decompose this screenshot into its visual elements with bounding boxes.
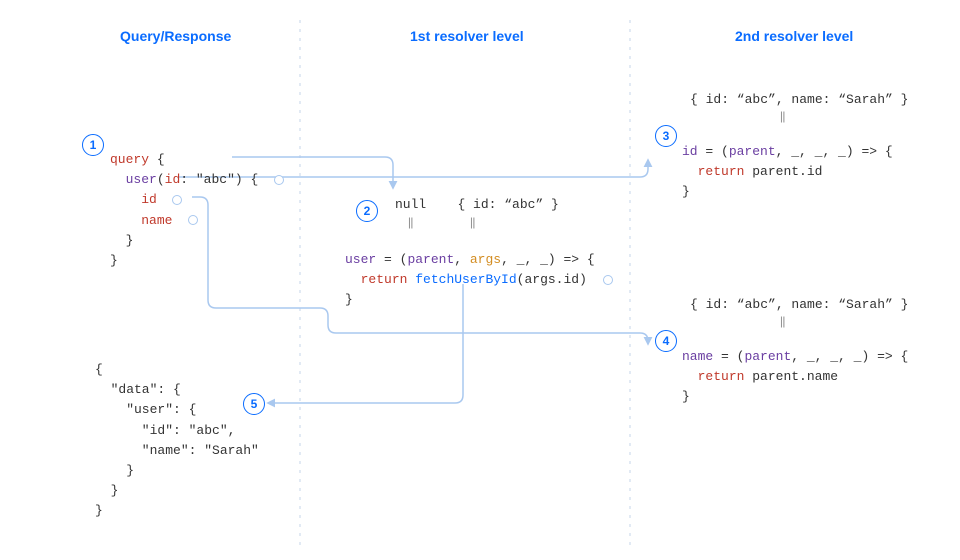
resolver1-top: null { id: “abc” } xyxy=(395,195,559,215)
arg-id: id xyxy=(165,172,181,187)
resolver2b-top: { id: “abc”, name: “Sarah” } xyxy=(690,295,908,315)
fn-user: user xyxy=(126,172,157,187)
parent-indicator-icon: || xyxy=(408,214,413,230)
resolver2a-body: id = (parent, _, _, _) => { return paren… xyxy=(682,122,893,203)
resolver2b-body: name = (parent, _, _, _) => { return par… xyxy=(682,327,908,408)
resolver1-body: user = (parent, args, _, _) => { return … xyxy=(345,230,613,311)
field-name: name xyxy=(141,213,172,228)
query-block: query { user(id: "abc") { id name } } xyxy=(110,130,284,271)
resolver2a-top: { id: “abc”, name: “Sarah” } xyxy=(690,90,908,110)
header-col1: Query/Response xyxy=(120,28,231,44)
connector-dot-icon xyxy=(603,275,613,285)
header-col2: 1st resolver level xyxy=(410,28,524,44)
response-block: { "data": { "user": { "id": "abc", "name… xyxy=(95,340,259,521)
connector-dot-icon xyxy=(274,175,284,185)
step-badge-4: 4 xyxy=(655,330,677,352)
field-id: id xyxy=(141,192,157,207)
args-indicator-icon: || xyxy=(470,214,475,230)
header-col3: 2nd resolver level xyxy=(735,28,853,44)
connector-dot-icon xyxy=(172,195,182,205)
step-badge-2: 2 xyxy=(356,200,378,222)
step-badge-1: 1 xyxy=(82,134,104,156)
connector-dot-icon xyxy=(188,215,198,225)
kw-query: query xyxy=(110,152,149,167)
step-badge-3: 3 xyxy=(655,125,677,147)
